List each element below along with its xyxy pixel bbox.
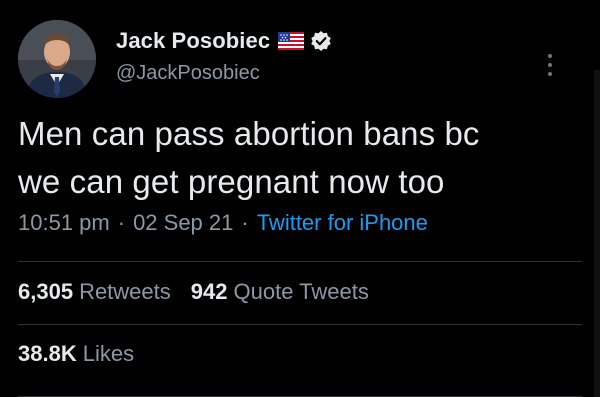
retweets-count: 6,305 — [18, 279, 74, 304]
meta-separator: · — [117, 210, 126, 235]
tweet-text-line: Men can pass abortion bans bc — [18, 115, 480, 152]
tweet-text-line: we can get pregnant now too — [18, 163, 445, 200]
avatar[interactable] — [18, 20, 96, 98]
meta-separator: · — [241, 210, 249, 235]
display-name[interactable]: Jack Posobiec — [116, 28, 270, 54]
verified-badge-icon — [310, 30, 332, 52]
scrollbar[interactable] — [594, 70, 600, 397]
tweet-card: Jack Posobiec @JackPosobiec Men can pass… — [0, 0, 600, 397]
engagement-stats-row: 6,305 Retweets 942 Quote Tweets — [18, 279, 369, 305]
quote-tweets-count: 942 — [190, 279, 228, 304]
likes-label: Likes — [82, 341, 135, 366]
tweet-time[interactable]: 10:51 pm — [18, 210, 110, 236]
retweets-label: Retweets — [79, 279, 171, 304]
likes-count: 38.8K — [18, 341, 77, 366]
author-names: Jack Posobiec @JackPosobiec — [116, 26, 332, 85]
tweet-source-link[interactable]: Twitter for iPhone — [257, 210, 428, 236]
us-flag-icon — [278, 32, 305, 50]
tweet-header: Jack Posobiec @JackPosobiec — [18, 20, 578, 100]
tweet-text: Men can pass abortion bans bc we can get… — [18, 110, 578, 206]
likes-stat[interactable]: 38.8K Likes — [18, 341, 134, 367]
more-options-icon[interactable] — [540, 52, 560, 78]
quote-tweets-stat[interactable]: 942 Quote Tweets — [191, 279, 369, 305]
likes-stats-row: 38.8K Likes — [18, 341, 134, 367]
tweet-meta: 10:51 pm · 02 Sep 21 · Twitter for iPhon… — [18, 210, 428, 236]
quote-tweets-label: Quote Tweets — [233, 279, 369, 304]
divider — [18, 324, 582, 325]
retweets-stat[interactable]: 6,305 Retweets — [18, 279, 171, 305]
display-name-row: Jack Posobiec — [116, 26, 332, 56]
divider — [18, 261, 582, 262]
tweet-date[interactable]: 02 Sep 21 — [133, 210, 233, 236]
author-handle[interactable]: @JackPosobiec — [116, 62, 332, 85]
avatar-image — [18, 20, 96, 98]
